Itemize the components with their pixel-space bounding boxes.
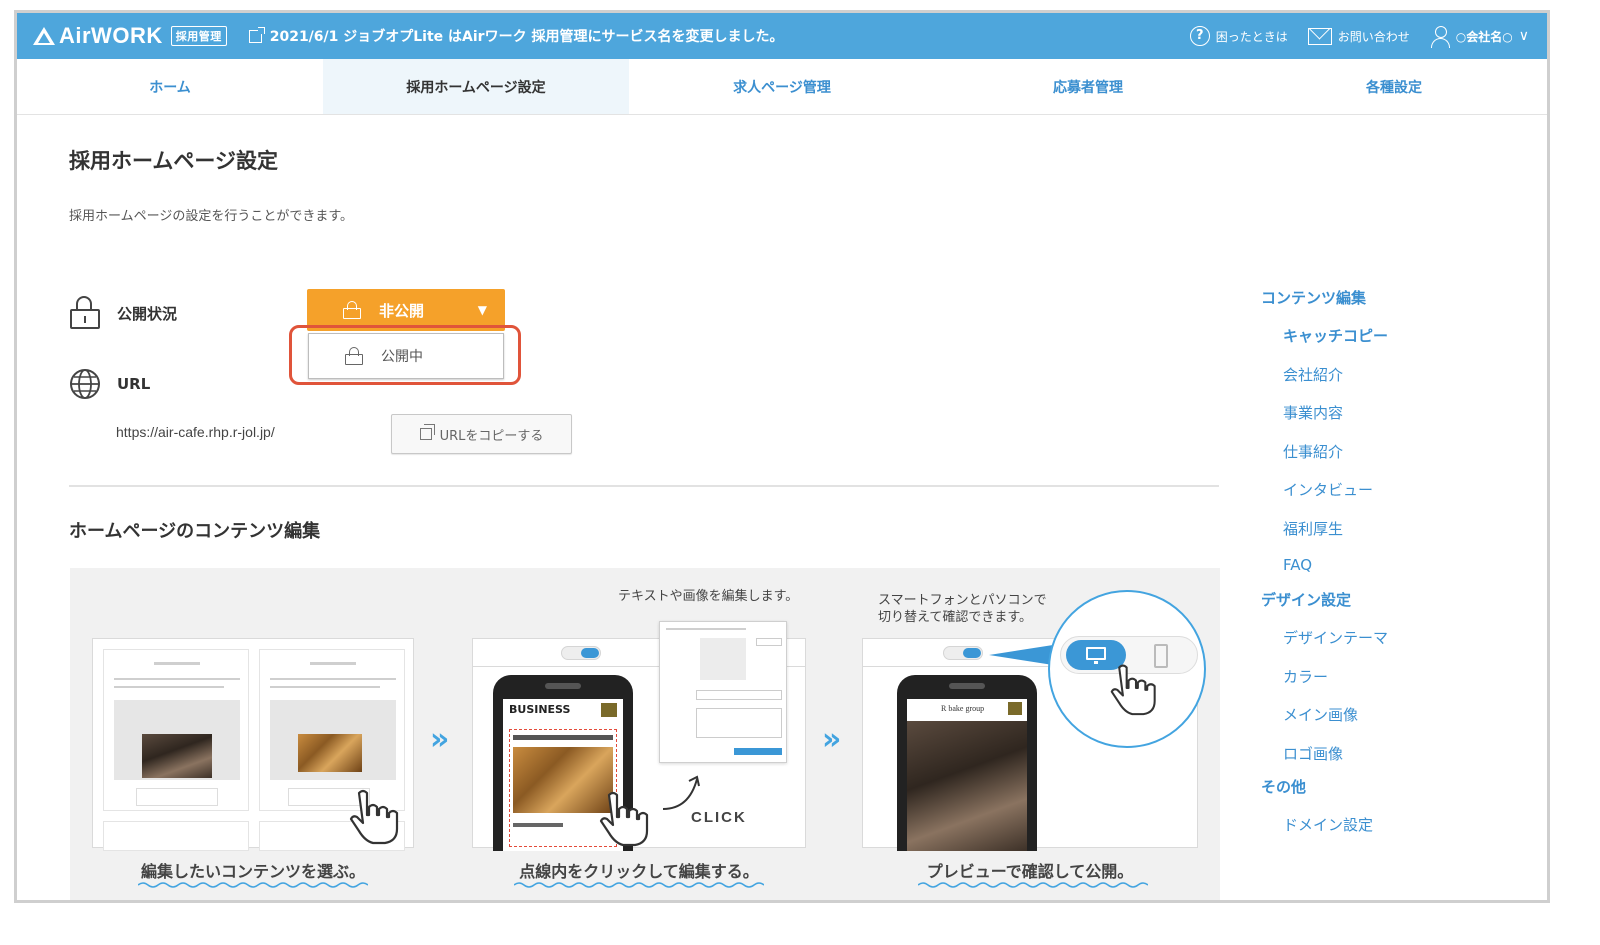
service-notice-text: 2021/6/1 ジョブオプLite はAirワーク 採用管理にサービス名を変更…: [269, 29, 784, 45]
step3-note: スマートフォンとパソコンで 切り替えて確認できます。: [878, 593, 1047, 625]
contact-label: お問い合わせ: [1337, 29, 1410, 44]
lock-icon: [343, 301, 361, 319]
account-menu[interactable]: ○会社名○ ∨: [1430, 25, 1529, 48]
side-heading-contents[interactable]: コンテンツ編集: [1261, 287, 1366, 308]
globe-icon: [70, 369, 100, 399]
side-item-benefits[interactable]: 福利厚生: [1283, 518, 1343, 539]
homepage-url[interactable]: https://air-cafe.rhp.r-jol.jp/: [116, 424, 275, 440]
page-title: 採用ホームページ設定: [69, 149, 278, 173]
logo[interactable]: AirWORK 採用管理: [33, 23, 227, 49]
tab-home[interactable]: ホーム: [17, 59, 323, 114]
step1-panel: [92, 638, 414, 851]
how-to-illustration: » BUSINESS CLICK テキストや画像を編集します。 » R bake…: [70, 568, 1220, 900]
side-heading-design[interactable]: デザイン設定: [1261, 589, 1351, 610]
wavy-underline: [138, 882, 368, 888]
status-row-label: 公開状況: [69, 296, 177, 330]
side-heading-other[interactable]: その他: [1261, 776, 1306, 797]
caret-down-icon: ▼: [477, 303, 487, 317]
contact-link[interactable]: お問い合わせ: [1307, 27, 1410, 45]
next-step-arrow-icon: »: [822, 722, 842, 757]
unlock-icon: [69, 296, 101, 330]
logo-badge: 採用管理: [170, 26, 227, 46]
click-label: CLICK: [691, 809, 747, 826]
wavy-underline: [514, 882, 764, 888]
step1-caption: 編集したいコンテンツを選ぶ。: [140, 862, 365, 881]
page-description: 採用ホームページの設定を行うことができます。: [69, 209, 354, 224]
content-card: [103, 649, 249, 811]
app-window: AirWORK 採用管理 2021/6/1 ジョブオプLite はAirワーク …: [14, 10, 1550, 903]
tab-applicant-management[interactable]: 応募者管理: [935, 59, 1241, 114]
section-divider: [69, 485, 1219, 487]
url-row-label: URL: [69, 368, 150, 400]
copy-url-button[interactable]: URLをコピーする: [391, 414, 572, 454]
side-item-main-image[interactable]: メイン画像: [1283, 704, 1358, 725]
top-bar: AirWORK 採用管理 2021/6/1 ジョブオプLite はAirワーク …: [17, 13, 1547, 59]
top-right-menu: ? 困ったときは お問い合わせ ○会社名○ ∨: [1189, 25, 1529, 48]
contents-section-title: ホームページのコンテンツ編集: [69, 521, 321, 542]
question-circle-icon: ?: [1189, 26, 1210, 46]
side-item-logo-image[interactable]: ロゴ画像: [1283, 743, 1343, 764]
url-label: URL: [117, 375, 151, 393]
side-item-domain[interactable]: ドメイン設定: [1283, 814, 1373, 835]
monitor-icon: [1086, 647, 1106, 660]
zoom-circle: [1048, 590, 1206, 748]
pointer-hand-icon: [349, 789, 399, 845]
wavy-underline: [918, 882, 1148, 888]
external-link-icon: [248, 26, 265, 43]
side-item-design-theme[interactable]: デザインテーマ: [1283, 627, 1388, 648]
smartphone-preview-mock: R bake group: [897, 675, 1037, 851]
highlight-frame: [289, 325, 521, 385]
side-item-faq[interactable]: FAQ: [1283, 556, 1312, 574]
side-item-company[interactable]: 会社紹介: [1283, 364, 1343, 385]
service-notice-link[interactable]: 2021/6/1 ジョブオプLite はAirワーク 採用管理にサービス名を変更…: [248, 26, 784, 46]
side-item-jobs[interactable]: 仕事紹介: [1283, 441, 1343, 462]
help-link[interactable]: ? 困ったときは: [1189, 26, 1288, 46]
publish-status-value: 非公開: [379, 301, 425, 320]
mail-icon: [1307, 27, 1332, 45]
pointer-hand-icon: [599, 791, 649, 847]
copy-url-label: URLをコピーする: [439, 428, 544, 444]
step2-note: テキストや画像を編集します。: [618, 589, 799, 604]
help-label: 困ったときは: [1215, 29, 1288, 44]
status-label: 公開状況: [117, 304, 178, 323]
edit-form-mock: [659, 621, 787, 763]
next-step-arrow-icon: »: [430, 722, 450, 757]
tab-recruit-homepage-settings[interactable]: 採用ホームページ設定: [323, 59, 629, 114]
logo-triangle-icon: [33, 27, 55, 45]
logo-text: AirWORK: [59, 23, 163, 48]
side-item-business[interactable]: 事業内容: [1283, 402, 1343, 423]
tab-settings[interactable]: 各種設定: [1241, 59, 1547, 114]
pointer-hand-icon: [1110, 664, 1156, 716]
side-item-interview[interactable]: インタビュー: [1283, 479, 1373, 500]
tab-job-page-management[interactable]: 求人ページ管理: [629, 59, 935, 114]
step2-panel: BUSINESS CLICK: [472, 621, 806, 851]
chevron-down-icon: ∨: [1518, 28, 1529, 44]
step2-caption: 点線内をクリックして編集する。: [519, 862, 759, 881]
copy-icon: [419, 424, 435, 440]
bakery-label: R bake group: [941, 704, 985, 713]
main-tabs: ホーム 採用ホームページ設定 求人ページ管理 応募者管理 各種設定: [17, 59, 1547, 115]
business-label: BUSINESS: [509, 703, 571, 716]
side-item-color[interactable]: カラー: [1283, 666, 1328, 687]
side-item-catchcopy[interactable]: キャッチコピー: [1283, 325, 1388, 346]
step3-caption: プレビューで確認して公開。: [926, 862, 1134, 881]
user-icon: [1430, 25, 1450, 48]
account-label: ○会社名○: [1455, 29, 1513, 44]
